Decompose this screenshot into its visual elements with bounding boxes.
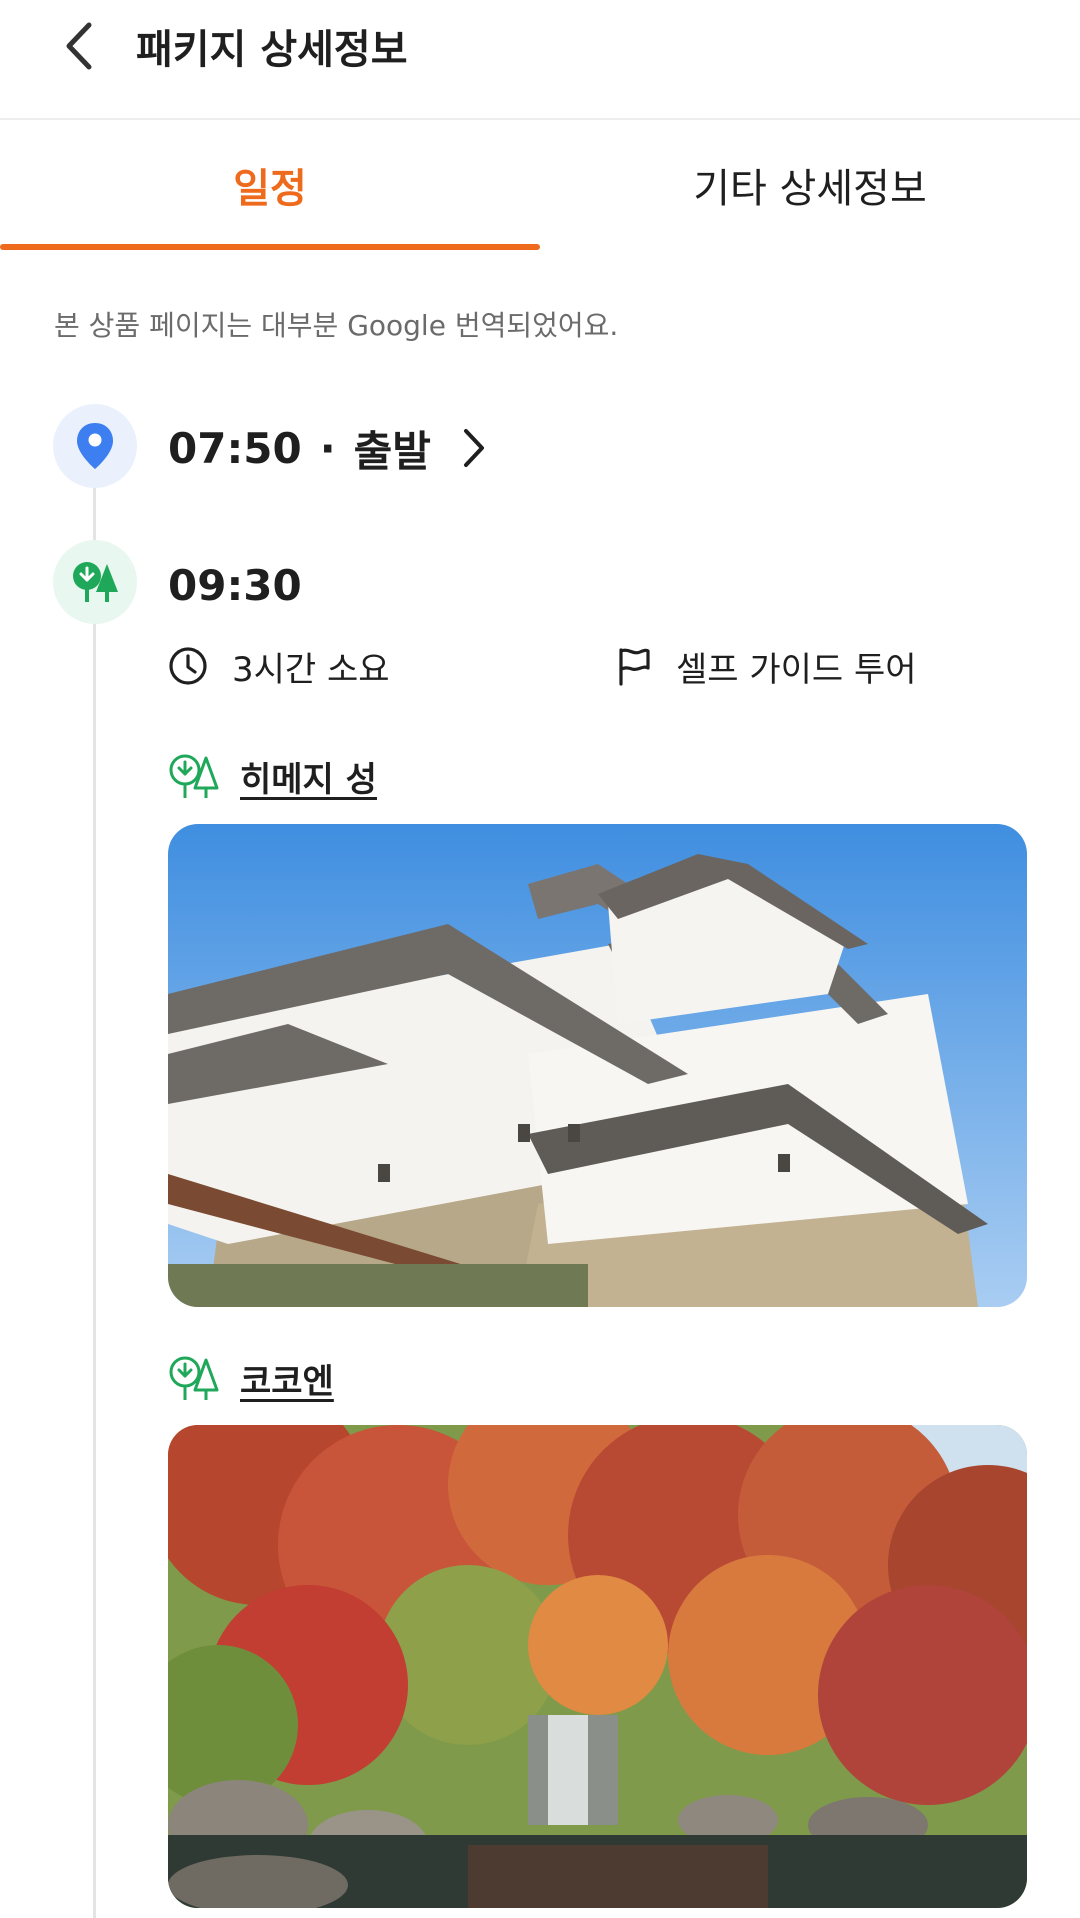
place-himeji-castle[interactable]: 히메지 성 bbox=[168, 748, 377, 804]
tab-bar: 일정 기타 상세정보 bbox=[0, 120, 1080, 250]
departure-label: 출발 bbox=[353, 426, 431, 476]
active-tab-indicator bbox=[0, 244, 540, 250]
guide-info: 셀프 가이드 투어 bbox=[616, 638, 917, 694]
tab-schedule[interactable]: 일정 bbox=[0, 120, 540, 250]
clock-icon bbox=[168, 646, 208, 686]
departure-row[interactable]: 07:50 · 출발 bbox=[168, 418, 487, 478]
spot-node bbox=[53, 540, 137, 624]
tab-other-details[interactable]: 기타 상세정보 bbox=[540, 120, 1080, 250]
trees-icon bbox=[168, 752, 220, 800]
place-name: 코코엔 bbox=[240, 1361, 334, 1402]
start-node bbox=[53, 404, 137, 488]
app-header: 패키지 상세정보 bbox=[0, 0, 1080, 120]
separator-dot: · bbox=[319, 423, 336, 473]
flag-icon bbox=[616, 646, 652, 686]
translation-notice: 본 상품 페이지는 대부분 Google 번역되었어요. bbox=[54, 309, 619, 342]
chevron-right-icon bbox=[461, 427, 487, 469]
back-button[interactable] bbox=[50, 18, 106, 74]
place-kokoen[interactable]: 코코엔 bbox=[168, 1350, 334, 1406]
kokoen-garden-photo[interactable] bbox=[168, 1425, 1027, 1908]
page-title: 패키지 상세정보 bbox=[136, 27, 408, 73]
spot-time: 09:30 bbox=[168, 561, 302, 610]
tab-schedule-label: 일정 bbox=[233, 166, 307, 212]
duration-text: 3시간 소요 bbox=[232, 649, 390, 690]
tab-other-details-label: 기타 상세정보 bbox=[693, 166, 927, 212]
map-pin-icon bbox=[77, 423, 113, 469]
chevron-left-icon bbox=[66, 22, 92, 70]
trees-icon bbox=[73, 562, 118, 602]
duration-info: 3시간 소요 bbox=[168, 638, 390, 694]
himeji-castle-photo[interactable] bbox=[168, 824, 1027, 1307]
guide-text: 셀프 가이드 투어 bbox=[676, 649, 917, 690]
departure-time: 07:50 bbox=[168, 423, 302, 473]
trees-icon bbox=[168, 1354, 220, 1402]
place-name: 히메지 성 bbox=[240, 759, 377, 800]
timeline-line bbox=[93, 460, 96, 1918]
